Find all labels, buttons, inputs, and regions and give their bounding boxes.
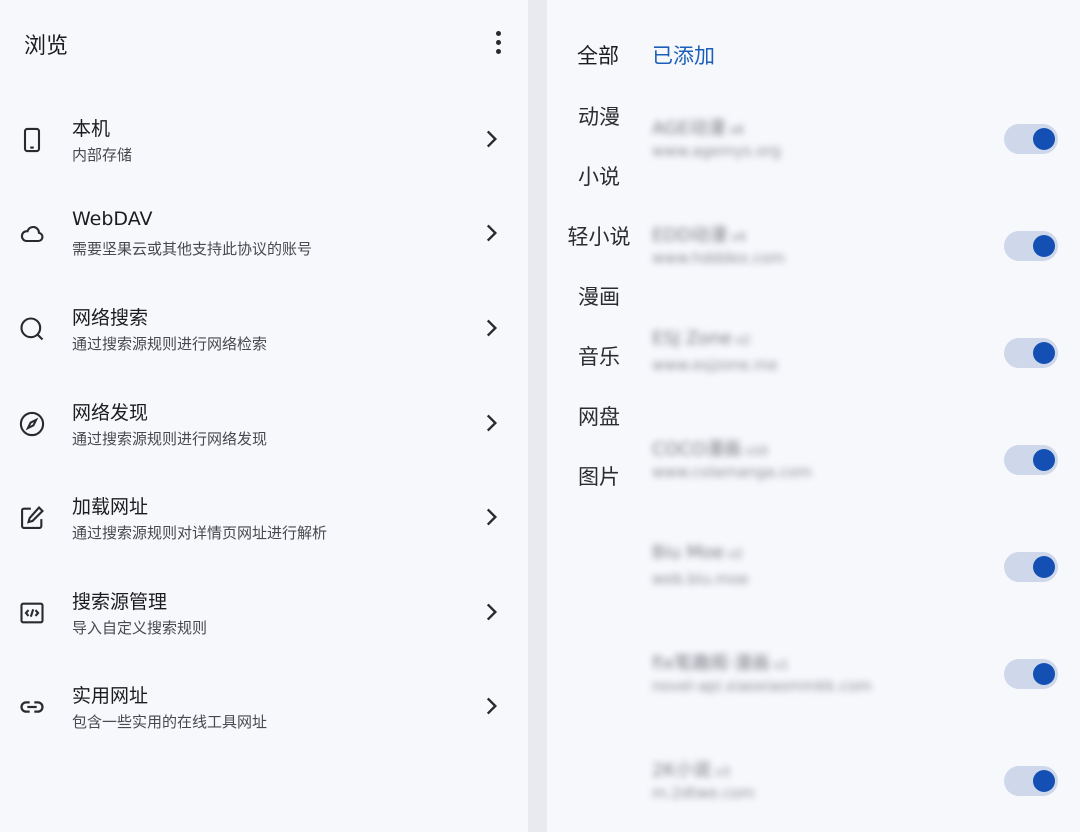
source-url: novel-api.xiaoxiaommkk.com <box>652 677 872 695</box>
search-icon <box>16 313 48 345</box>
chevron-right-icon <box>486 224 498 242</box>
phone-icon <box>16 124 48 156</box>
chevron-right-icon <box>486 319 498 337</box>
menu-item-subtitle: 通过搜索源规则进行网络检索 <box>72 335 268 353</box>
category-music[interactable]: 音乐 <box>554 341 644 371</box>
source-url: www.agemys.org <box>652 142 781 160</box>
menu-item-title: 实用网址 <box>72 685 149 707</box>
source-enabled-toggle[interactable] <box>1004 659 1058 689</box>
menu-item-title: 网络搜索 <box>72 307 149 329</box>
source-name: COCO漫画 v10 <box>652 439 768 460</box>
source-item[interactable]: ESJ Zone v2 www.esjzone.me <box>652 328 1072 398</box>
menu-item-subtitle: 内部存储 <box>72 146 133 164</box>
tab-added[interactable]: 已添加 <box>652 40 715 70</box>
link-icon <box>16 691 48 723</box>
more-options-icon[interactable] <box>486 26 510 58</box>
source-item[interactable]: 2K小说 v3 m.2dtwe.com <box>652 756 1072 826</box>
page-title: 浏览 <box>24 34 69 59</box>
source-item[interactable]: AGE动漫 v6 www.agemys.org <box>652 114 1072 184</box>
chevron-right-icon <box>486 414 498 432</box>
category-images[interactable]: 图片 <box>554 461 644 491</box>
source-enabled-toggle[interactable] <box>1004 231 1058 261</box>
menu-item-title: 加载网址 <box>72 496 149 518</box>
source-name: 2K小说 v3 <box>652 760 731 781</box>
menu-item-load-url[interactable]: 加载网址 通过搜索源规则对详情页网址进行解析 <box>0 480 528 560</box>
tab-all[interactable]: 全部 <box>577 40 619 70</box>
menu-item-subtitle: 通过搜索源规则进行网络发现 <box>72 430 268 448</box>
source-item[interactable]: fix笔趣阁·漫画 v1 novel-api.xiaoxiaommkk.com <box>652 649 1072 719</box>
chevron-right-icon <box>486 697 498 715</box>
source-url: www.colamanga.com <box>652 463 812 481</box>
chevron-right-icon <box>486 130 498 148</box>
source-url: www.esjzone.me <box>652 356 778 374</box>
category-anime[interactable]: 动漫 <box>554 101 644 131</box>
source-enabled-toggle[interactable] <box>1004 124 1058 154</box>
menu-item-web-discover[interactable]: 网络发现 通过搜索源规则进行网络发现 <box>0 386 528 466</box>
source-enabled-toggle[interactable] <box>1004 766 1058 796</box>
browse-panel: 浏览 本机 内部存储 WebDAV 需要坚果云或其他支持此协议的账号 网络搜索 … <box>0 0 528 832</box>
source-item[interactable]: EDD动漫 v4 www.hdddex.com <box>652 221 1072 291</box>
source-enabled-toggle[interactable] <box>1004 552 1058 582</box>
source-name: Biu Moe v2 <box>652 542 743 563</box>
source-url: web.biu.moe <box>652 570 749 588</box>
category-manga[interactable]: 漫画 <box>554 281 644 311</box>
category-novel[interactable]: 小说 <box>554 161 644 191</box>
source-item[interactable]: Biu Moe v2 web.biu.moe <box>652 542 1072 612</box>
compass-icon <box>16 408 48 440</box>
source-name: ESJ Zone v2 <box>652 328 751 349</box>
source-item[interactable]: COCO漫画 v10 www.colamanga.com <box>652 435 1072 505</box>
code-icon <box>16 597 48 629</box>
menu-item-title: WebDAV <box>72 208 153 230</box>
source-enabled-toggle[interactable] <box>1004 445 1058 475</box>
chevron-right-icon <box>486 508 498 526</box>
menu-item-subtitle: 需要坚果云或其他支持此协议的账号 <box>72 240 313 258</box>
cloud-icon <box>16 218 48 250</box>
category-cloud-drive[interactable]: 网盘 <box>554 401 644 431</box>
menu-item-title: 搜索源管理 <box>72 591 168 613</box>
menu-item-useful-urls[interactable]: 实用网址 包含一些实用的在线工具网址 <box>0 669 528 749</box>
menu-item-title: 本机 <box>72 118 111 140</box>
category-light-novel[interactable]: 轻小说 <box>554 221 644 251</box>
chevron-right-icon <box>486 603 498 621</box>
menu-item-subtitle: 包含一些实用的在线工具网址 <box>72 713 268 731</box>
source-name: AGE动漫 v6 <box>652 118 745 139</box>
menu-item-web-search[interactable]: 网络搜索 通过搜索源规则进行网络检索 <box>0 291 528 371</box>
menu-item-webdav[interactable]: WebDAV 需要坚果云或其他支持此协议的账号 <box>0 196 528 276</box>
source-name: fix笔趣阁·漫画 v1 <box>652 653 789 674</box>
source-store-panel: 全部 已添加 动漫 小说 轻小说 漫画 音乐 网盘 图片 AGE动漫 v6 www… <box>547 0 1080 832</box>
menu-item-local[interactable]: 本机 内部存储 <box>0 102 528 182</box>
edit-icon <box>16 502 48 534</box>
source-name: EDD动漫 v4 <box>652 225 746 246</box>
source-url: www.hdddex.com <box>652 249 785 267</box>
menu-item-source-management[interactable]: 搜索源管理 导入自定义搜索规则 <box>0 575 528 655</box>
source-enabled-toggle[interactable] <box>1004 338 1058 368</box>
source-url: m.2dtwe.com <box>652 784 755 802</box>
menu-item-subtitle: 通过搜索源规则对详情页网址进行解析 <box>72 524 328 542</box>
menu-item-title: 网络发现 <box>72 402 149 424</box>
menu-item-subtitle: 导入自定义搜索规则 <box>72 619 208 637</box>
